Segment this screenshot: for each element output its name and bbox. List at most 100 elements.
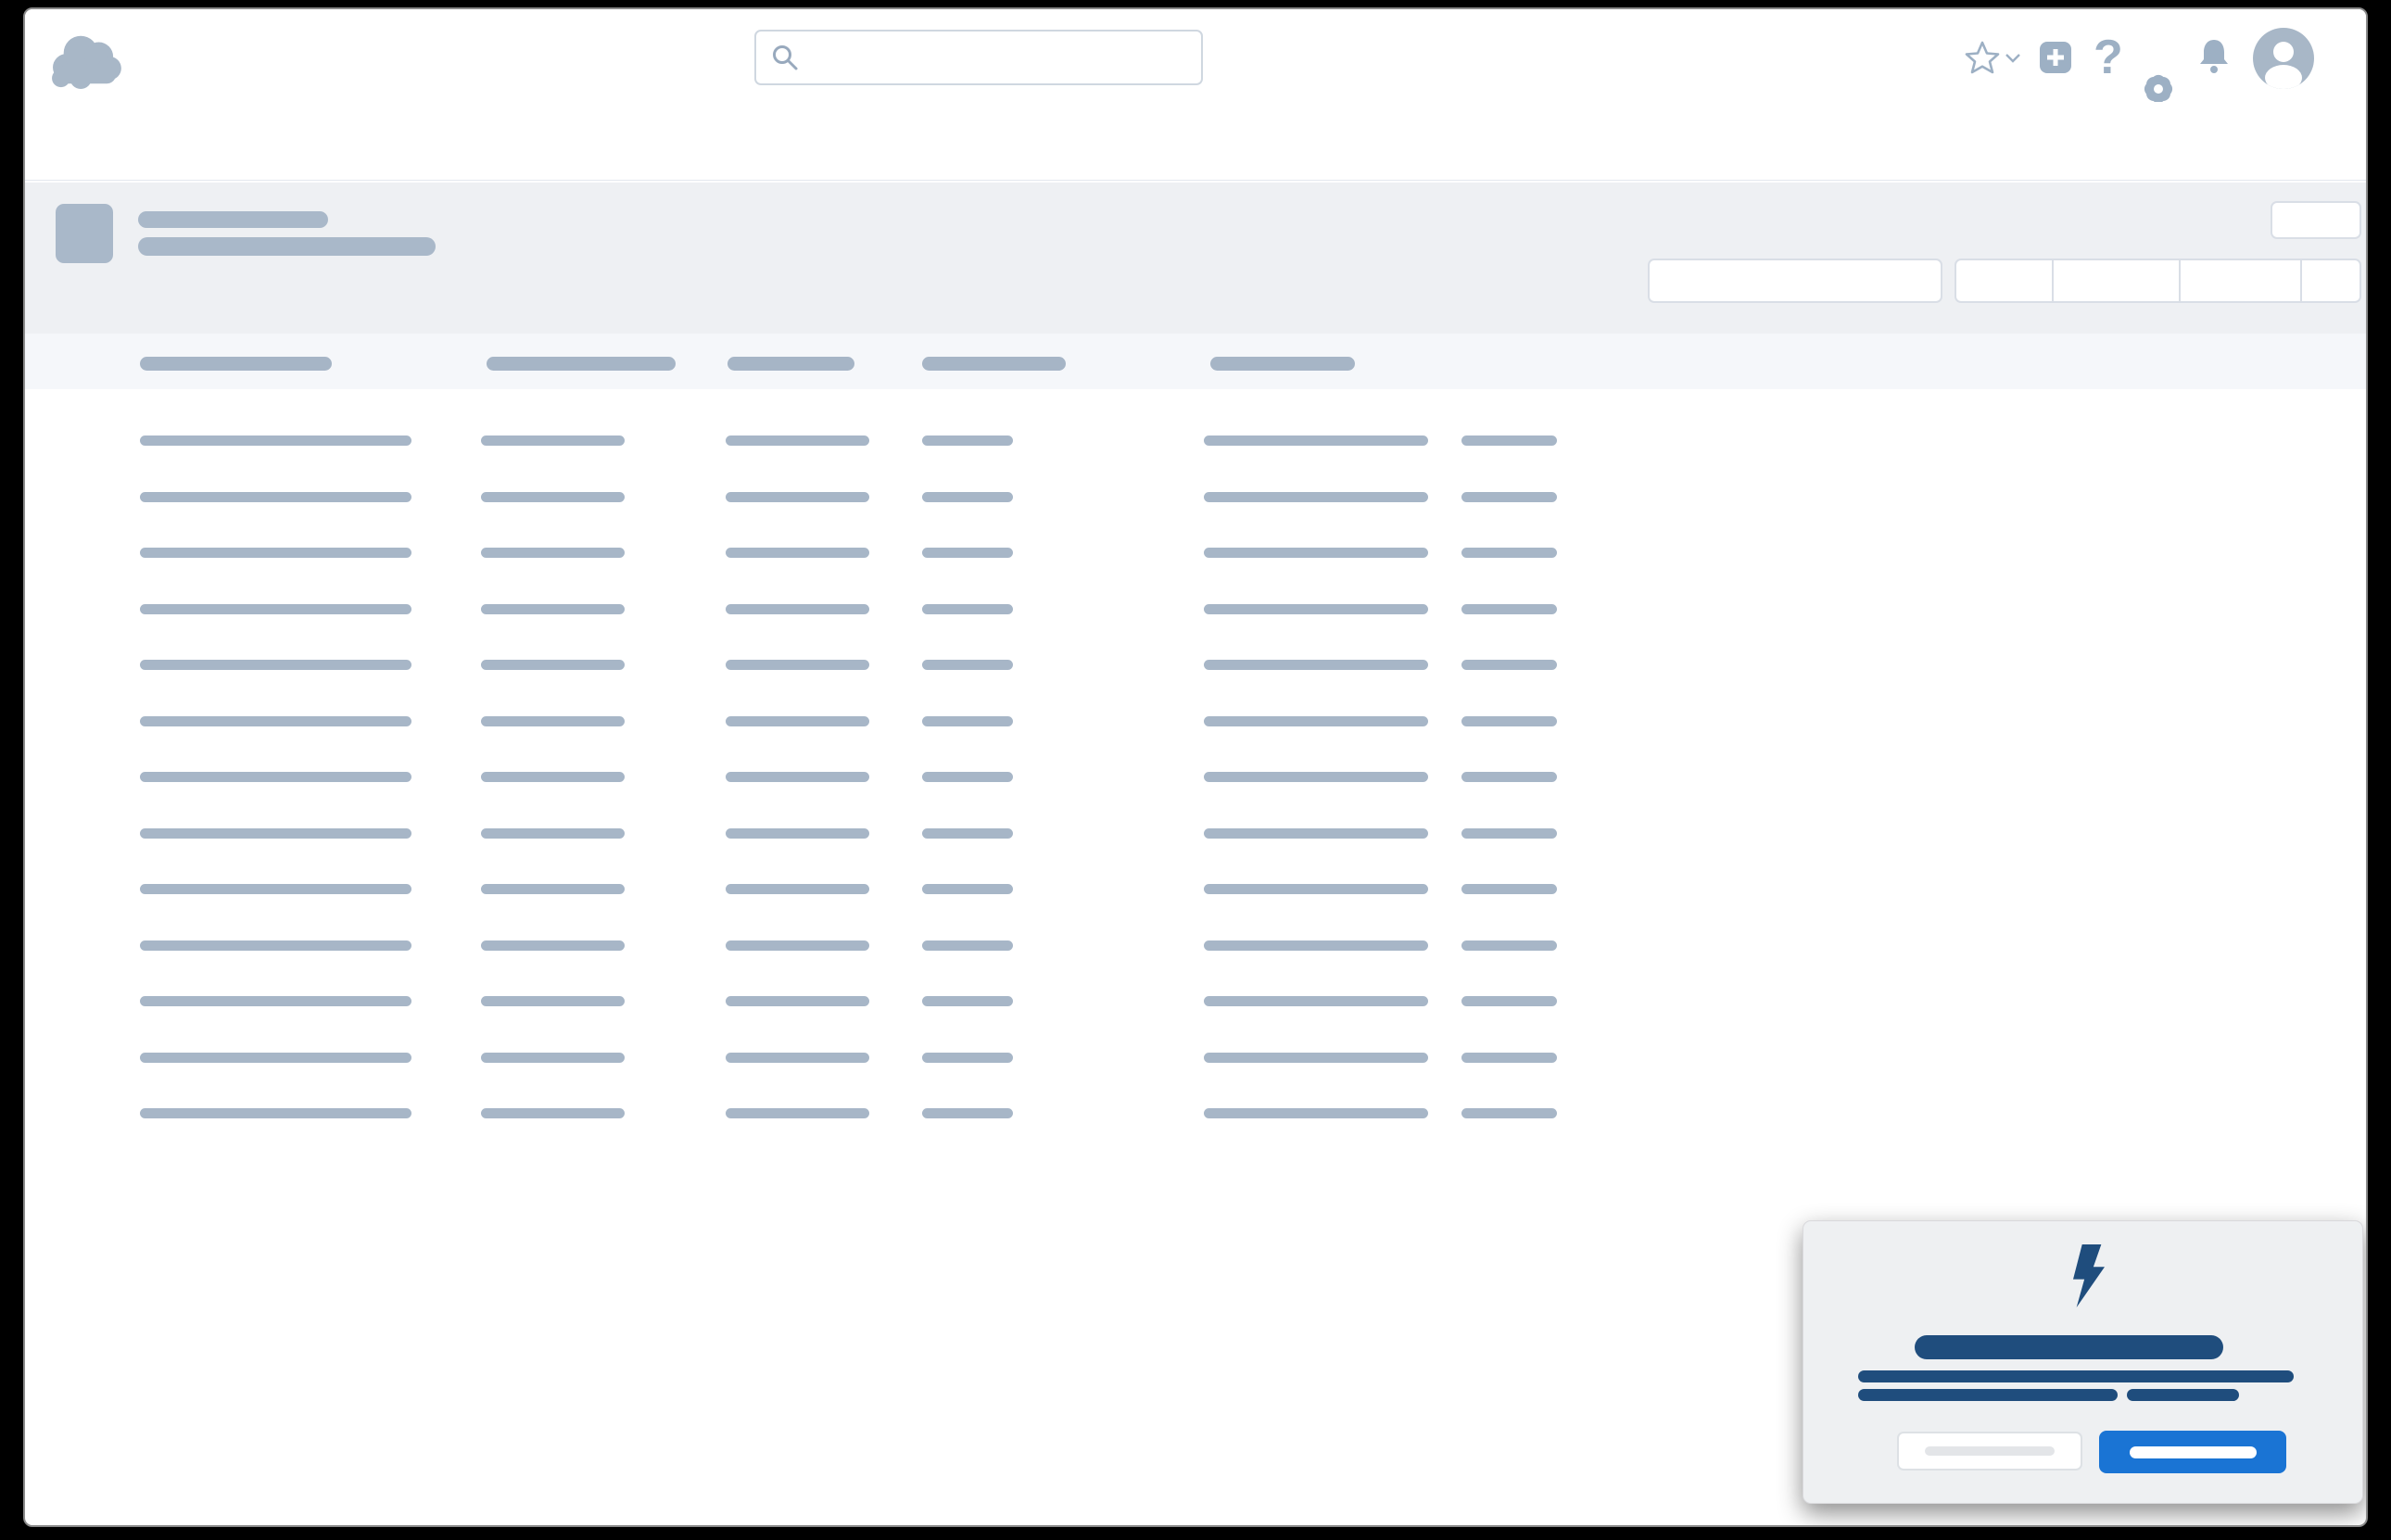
row-5-cell-skeleton-1 — [140, 660, 411, 670]
row-8-cell-skeleton-2 — [481, 828, 625, 839]
popup-text-bar-1 — [1915, 1335, 2223, 1359]
row-7-cell-skeleton-6 — [1461, 772, 1557, 782]
prompt-popup — [1803, 1220, 2363, 1504]
group-button-4[interactable] — [2302, 260, 2359, 301]
row-8-cell-skeleton-5 — [1204, 828, 1428, 839]
row-8-cell-skeleton-4 — [922, 828, 1013, 839]
row-11-cell-skeleton-4 — [922, 996, 1013, 1006]
row-13-cell-skeleton-1 — [140, 1108, 411, 1118]
favorites-star-icon[interactable] — [1964, 40, 2001, 75]
group-button-1[interactable] — [1956, 260, 2054, 301]
row-9-cell-skeleton-3 — [726, 884, 869, 894]
row-1-cell-skeleton-6 — [1461, 435, 1557, 446]
row-3-cell-skeleton-3 — [726, 548, 869, 558]
column-header-skeleton-2 — [487, 357, 676, 371]
row-3-cell-skeleton-4 — [922, 548, 1013, 558]
row-8-cell-skeleton-6 — [1461, 828, 1557, 839]
row-8-cell-skeleton-3 — [726, 828, 869, 839]
entity-icon-skeleton — [56, 204, 113, 263]
row-7-cell-skeleton-1 — [140, 772, 411, 782]
row-6-cell-skeleton-5 — [1204, 716, 1428, 726]
help-question-icon[interactable]: ? — [2094, 33, 2123, 82]
column-header-skeleton-5 — [1210, 357, 1355, 371]
row-12-cell-skeleton-5 — [1204, 1053, 1428, 1063]
row-4-cell-skeleton-4 — [922, 604, 1013, 614]
row-9-cell-skeleton-6 — [1461, 884, 1557, 894]
row-6-cell-skeleton-6 — [1461, 716, 1557, 726]
row-6-cell-skeleton-3 — [726, 716, 869, 726]
setup-gear-icon[interactable] — [2142, 72, 2175, 106]
notifications-bell-icon[interactable] — [2197, 38, 2231, 75]
popup-primary-button[interactable] — [2099, 1431, 2286, 1473]
row-9-cell-skeleton-4 — [922, 884, 1013, 894]
row-2-cell-skeleton-1 — [140, 492, 411, 502]
row-13-cell-skeleton-3 — [726, 1108, 869, 1118]
row-1-cell-skeleton-5 — [1204, 435, 1428, 446]
row-11-cell-skeleton-2 — [481, 996, 625, 1006]
column-header-skeleton-4 — [922, 357, 1066, 371]
row-1-cell-skeleton-3 — [726, 435, 869, 446]
row-7-cell-skeleton-3 — [726, 772, 869, 782]
row-10-cell-skeleton-2 — [481, 940, 625, 951]
row-10-cell-skeleton-5 — [1204, 940, 1428, 951]
row-9-cell-skeleton-1 — [140, 884, 411, 894]
row-11-cell-skeleton-6 — [1461, 996, 1557, 1006]
header-small-button[interactable] — [2271, 201, 2361, 239]
user-avatar[interactable] — [2253, 28, 2314, 89]
row-4-cell-skeleton-6 — [1461, 604, 1557, 614]
row-2-cell-skeleton-5 — [1204, 492, 1428, 502]
row-5-cell-skeleton-4 — [922, 660, 1013, 670]
row-9-cell-skeleton-2 — [481, 884, 625, 894]
row-7-cell-skeleton-5 — [1204, 772, 1428, 782]
row-5-cell-skeleton-6 — [1461, 660, 1557, 670]
row-3-cell-skeleton-1 — [140, 548, 411, 558]
column-header-skeleton-3 — [727, 357, 854, 371]
row-13-cell-skeleton-6 — [1461, 1108, 1557, 1118]
row-9-cell-skeleton-5 — [1204, 884, 1428, 894]
row-12-cell-skeleton-2 — [481, 1053, 625, 1063]
row-6-cell-skeleton-4 — [922, 716, 1013, 726]
row-13-cell-skeleton-5 — [1204, 1108, 1428, 1118]
row-1-cell-skeleton-2 — [481, 435, 625, 446]
table-body — [25, 389, 2366, 1242]
row-1-cell-skeleton-4 — [922, 435, 1013, 446]
favorites-chevron-icon[interactable] — [2005, 53, 2021, 63]
row-5-cell-skeleton-5 — [1204, 660, 1428, 670]
row-4-cell-skeleton-5 — [1204, 604, 1428, 614]
global-header: ? — [25, 9, 2366, 103]
app-nav-bar — [25, 102, 2366, 181]
browser-window: ? — [23, 7, 2368, 1527]
group-button-2[interactable] — [2054, 260, 2181, 301]
popup-text-bar-3 — [1858, 1389, 2118, 1401]
row-10-cell-skeleton-6 — [1461, 940, 1557, 951]
row-5-cell-skeleton-2 — [481, 660, 625, 670]
page-title-bar-2 — [138, 237, 436, 256]
page-title-bar-1 — [138, 211, 328, 228]
row-7-cell-skeleton-4 — [922, 772, 1013, 782]
row-8-cell-skeleton-1 — [140, 828, 411, 839]
row-11-cell-skeleton-5 — [1204, 996, 1428, 1006]
lightning-bolt-icon — [2066, 1244, 2112, 1307]
row-12-cell-skeleton-3 — [726, 1053, 869, 1063]
row-6-cell-skeleton-1 — [140, 716, 411, 726]
row-3-cell-skeleton-2 — [481, 548, 625, 558]
salesforce-cloud-logo — [44, 28, 127, 91]
search-input[interactable] — [799, 32, 1201, 83]
popup-input[interactable] — [1897, 1432, 2082, 1471]
group-button-3[interactable] — [2181, 260, 2302, 301]
row-5-cell-skeleton-3 — [726, 660, 869, 670]
popup-input-placeholder-bar — [1925, 1446, 2055, 1456]
row-7-cell-skeleton-2 — [481, 772, 625, 782]
row-13-cell-skeleton-4 — [922, 1108, 1013, 1118]
row-10-cell-skeleton-3 — [726, 940, 869, 951]
row-1-cell-skeleton-1 — [140, 435, 411, 446]
header-button-group — [1955, 259, 2361, 303]
header-wide-button[interactable] — [1648, 259, 1942, 303]
row-12-cell-skeleton-1 — [140, 1053, 411, 1063]
popup-button-label-bar — [2130, 1446, 2257, 1458]
row-13-cell-skeleton-2 — [481, 1108, 625, 1118]
row-3-cell-skeleton-5 — [1204, 548, 1428, 558]
page-header-panel — [25, 183, 2366, 334]
column-header-skeleton-1 — [140, 357, 332, 371]
add-plus-icon[interactable] — [2040, 42, 2071, 73]
